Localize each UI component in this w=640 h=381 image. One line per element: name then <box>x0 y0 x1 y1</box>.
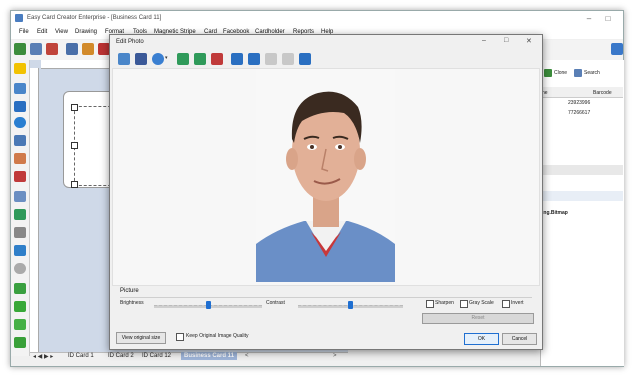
tab-business-card-11[interactable]: Business Card 11 <box>181 352 238 360</box>
resize-handle[interactable] <box>71 142 78 149</box>
tab-scroll-left-icon[interactable]: < <box>245 353 249 359</box>
edit-photo-dialog: Edit Photo – □ ✕ ▾ Picture Brightness Co… <box>109 34 543 350</box>
keep-quality-label: Keep Original Image Quality <box>186 333 249 339</box>
auto-crop-icon[interactable] <box>248 53 260 65</box>
barcode-cell[interactable]: 77266617 <box>568 110 590 116</box>
resize-handle[interactable] <box>71 104 78 111</box>
contrast-slider-thumb[interactable] <box>348 301 353 309</box>
signature-tool-icon[interactable] <box>14 245 26 256</box>
sharpen-label: Sharpen <box>435 300 454 306</box>
dialog-maximize-button[interactable]: □ <box>504 37 508 44</box>
rotate-left-icon[interactable] <box>177 53 189 65</box>
property-value: ing.Bitmap <box>542 210 568 216</box>
fingerprint-tool-icon[interactable] <box>14 263 26 274</box>
view-original-size-button[interactable]: View original size <box>116 332 166 344</box>
portrait-image <box>256 69 395 282</box>
properties-header <box>540 191 623 201</box>
card-settings-icon[interactable] <box>66 43 78 55</box>
search-icon[interactable] <box>574 69 582 77</box>
ok-button[interactable]: OK <box>464 333 499 345</box>
remove-background-icon[interactable] <box>299 53 311 65</box>
column-header-barcode[interactable]: Barcode <box>593 90 612 96</box>
tab-scroll-right-icon[interactable]: > <box>333 353 337 359</box>
clone-icon[interactable] <box>544 69 552 77</box>
reset-button[interactable]: Reset <box>422 313 534 324</box>
tab-id-card-2[interactable]: ID Card 2 <box>108 353 134 359</box>
invert-label: Invert <box>511 300 524 306</box>
print-icon[interactable] <box>30 43 42 55</box>
tab-nav-arrows-icon[interactable]: ◂ ◀ ▶ ▸ <box>33 353 53 360</box>
webcam-icon[interactable] <box>152 53 164 65</box>
tab-id-card-12[interactable]: ID Card 12 <box>142 353 171 359</box>
dialog-title: Edit Photo <box>116 39 144 45</box>
qr-tool-icon[interactable] <box>14 209 26 220</box>
shape-tool-icon[interactable] <box>14 283 26 294</box>
flip-icon[interactable] <box>211 53 223 65</box>
brightness-slider-thumb[interactable] <box>205 301 211 309</box>
keep-quality-checkbox[interactable] <box>176 333 184 341</box>
grayscale-checkbox[interactable] <box>460 300 468 308</box>
menu-view[interactable]: View <box>55 29 68 35</box>
open-image-icon[interactable] <box>118 53 130 65</box>
ellipse-tool-icon[interactable] <box>14 117 26 128</box>
group-divider <box>120 297 532 298</box>
group-tool-icon[interactable] <box>14 319 26 330</box>
image-tool-icon[interactable] <box>14 171 26 182</box>
sharpen-checkbox[interactable] <box>426 300 434 308</box>
menu-edit[interactable]: Edit <box>37 29 47 35</box>
search-button[interactable]: Search <box>584 70 600 76</box>
crop-icon[interactable] <box>231 53 243 65</box>
rotate-right-icon[interactable] <box>194 53 206 65</box>
cancel-button[interactable]: Cancel <box>502 333 537 345</box>
magnetic-stripe-tool-icon[interactable] <box>14 227 26 238</box>
facebook-icon[interactable] <box>135 53 147 65</box>
hand-tool-icon[interactable] <box>14 63 26 74</box>
invert-checkbox[interactable] <box>502 300 510 308</box>
move-tool-icon[interactable] <box>14 43 26 55</box>
app-minimize-button[interactable]: – <box>581 13 597 25</box>
photo-tool-icon[interactable] <box>14 153 26 164</box>
redo-icon[interactable] <box>282 53 294 65</box>
line-tool-icon[interactable] <box>14 83 26 94</box>
barcode-tool-icon[interactable] <box>14 191 26 202</box>
app-maximize-button[interactable]: □ <box>600 13 616 25</box>
tab-id-card-1[interactable]: ID Card 1 <box>68 353 94 359</box>
picture-group-label: Picture <box>120 288 139 294</box>
text-tool-icon[interactable] <box>14 135 26 146</box>
rectangle-tool-icon[interactable] <box>14 101 26 112</box>
align-tool-icon[interactable] <box>14 337 26 348</box>
contrast-label: Contrast <box>266 300 285 306</box>
ruler-vertical <box>30 68 39 352</box>
chevron-down-icon[interactable]: ▾ <box>165 55 168 61</box>
dialog-close-button[interactable]: ✕ <box>526 37 532 45</box>
brightness-label: Brightness <box>120 300 144 306</box>
resize-handle[interactable] <box>71 181 78 188</box>
dialog-minimize-button[interactable]: – <box>482 37 486 44</box>
app-logo-icon <box>15 14 23 22</box>
grid-footer <box>540 165 623 175</box>
grayscale-label: Gray Scale <box>469 300 494 306</box>
layer-tool-icon[interactable] <box>14 301 26 312</box>
export-icon[interactable] <box>82 43 94 55</box>
menu-drawing[interactable]: Drawing <box>75 29 97 35</box>
undo-icon[interactable] <box>265 53 277 65</box>
app-title: Easy Card Creator Enterprise - [Business… <box>27 15 162 21</box>
delete-card-icon[interactable] <box>46 43 58 55</box>
panel-toggle-icon[interactable] <box>611 43 623 55</box>
barcode-cell[interactable]: 23923996 <box>568 100 590 106</box>
clone-button[interactable]: Clone <box>554 70 567 76</box>
photo-image[interactable] <box>256 69 395 282</box>
menu-file[interactable]: File <box>19 29 29 35</box>
